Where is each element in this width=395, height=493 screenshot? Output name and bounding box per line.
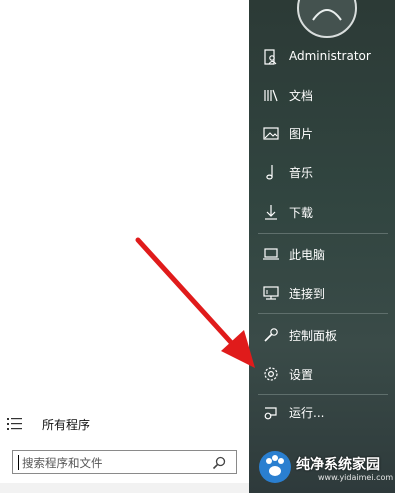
- gear-icon: [264, 367, 278, 381]
- menu-item-label: 此电脑: [289, 248, 326, 262]
- run-icon: [264, 407, 277, 420]
- menu-item-label: 音乐: [289, 166, 314, 180]
- watermark-title: 纯净系统家园: [296, 457, 380, 473]
- search-icon[interactable]: [212, 456, 226, 470]
- menu-item-label: 下载: [289, 206, 314, 220]
- menu-divider: [258, 233, 388, 234]
- programs-pane: 所有程序 搜索程序和文件: [0, 0, 249, 493]
- menu-item-downloads[interactable]: 下载: [249, 193, 395, 231]
- network-monitor-icon: [263, 286, 279, 300]
- list-icon: [7, 418, 22, 430]
- menu-item-label: Administrator: [289, 49, 371, 63]
- menu-item-pictures[interactable]: 图片: [249, 114, 395, 152]
- search-input[interactable]: 搜索程序和文件: [12, 450, 237, 474]
- picture-icon: [263, 127, 279, 140]
- menu-item-label: 文档: [289, 89, 314, 103]
- menu-item-this-pc[interactable]: 此电脑: [249, 235, 395, 273]
- menu-item-music[interactable]: 音乐: [249, 153, 395, 191]
- pane-footer: [0, 483, 249, 493]
- user-silhouette-icon: [312, 9, 342, 21]
- all-programs-label: 所有程序: [42, 418, 91, 432]
- user-document-icon: [264, 49, 277, 65]
- menu-item-label: 运行...: [289, 406, 325, 420]
- watermark: 纯净系统家园 www.yidaimei.com: [258, 436, 395, 493]
- search-placeholder: 搜索程序和文件: [22, 456, 103, 470]
- music-note-icon: [266, 165, 273, 180]
- menu-item-label: 设置: [289, 368, 314, 382]
- paw-logo-icon: [259, 451, 291, 483]
- all-programs-button[interactable]: 所有程序: [0, 410, 249, 438]
- menu-item-documents[interactable]: 文档: [249, 76, 395, 114]
- watermark-url: www.yidaimei.com: [318, 473, 394, 482]
- library-icon: [264, 89, 278, 102]
- menu-divider: [258, 313, 388, 314]
- download-arrow-icon: [265, 205, 277, 220]
- menu-item-settings[interactable]: 设置: [249, 355, 395, 393]
- menu-item-run[interactable]: 运行...: [249, 393, 395, 431]
- menu-item-label: 图片: [289, 127, 314, 141]
- menu-item-label: 控制面板: [289, 329, 338, 343]
- menu-item-control-panel[interactable]: 控制面板: [249, 316, 395, 354]
- text-caret: [18, 455, 19, 470]
- wrench-icon: [264, 328, 278, 342]
- laptop-icon: [263, 248, 279, 260]
- menu-item-label: 连接到: [289, 287, 326, 301]
- menu-item-connect-to[interactable]: 连接到: [249, 274, 395, 312]
- menu-item-administrator[interactable]: Administrator: [249, 38, 395, 76]
